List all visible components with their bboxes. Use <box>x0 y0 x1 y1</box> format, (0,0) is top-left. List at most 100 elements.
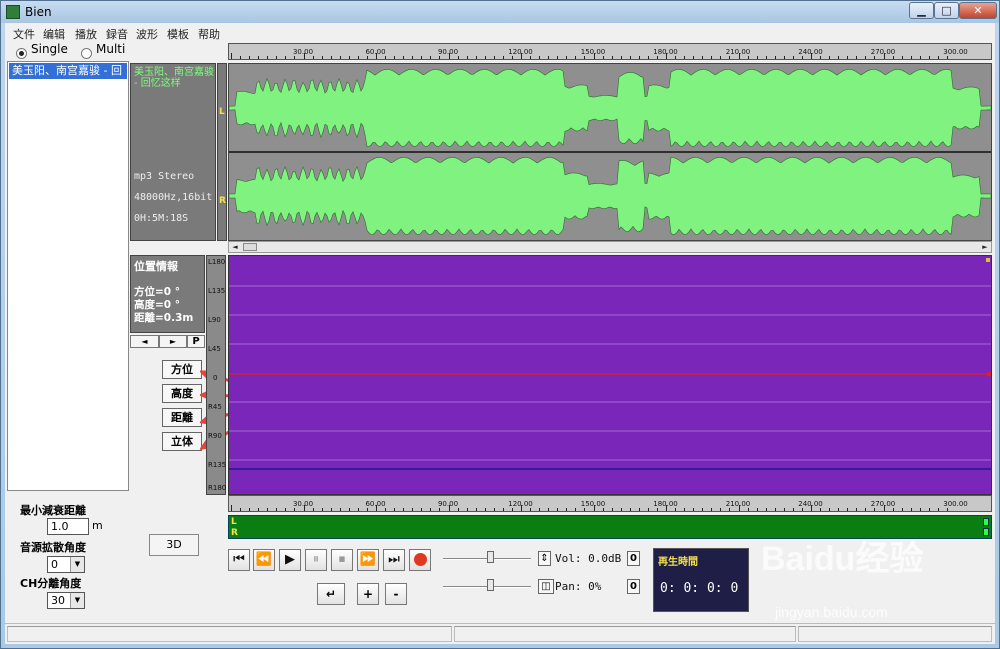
ruler-minor-tick <box>330 56 332 59</box>
ruler-minor-tick <box>684 508 686 511</box>
volume-reset-button[interactable]: 0 <box>627 551 640 566</box>
record-button[interactable] <box>409 549 431 571</box>
single-label: Single <box>31 42 68 56</box>
track-rate: 48000Hz,16bit <box>134 192 213 203</box>
ruler-minor-tick <box>312 56 314 59</box>
menu-play[interactable]: 播放 <box>75 26 97 42</box>
pan-reset-button[interactable]: 0 <box>627 579 640 594</box>
playlist-item[interactable]: 美玉阳、南宫嘉骏 - 回 <box>9 63 127 79</box>
ruler-minor-tick <box>928 56 930 59</box>
ruler-minor-tick <box>693 56 695 59</box>
horizontal-scrollbar[interactable]: ◄ ► <box>228 241 992 253</box>
skip-last-button[interactable]: ⏭ <box>383 549 405 571</box>
status-pane-2 <box>454 626 796 642</box>
volume-slider-thumb[interactable] <box>487 551 494 563</box>
ruler-tick-label: 300.00 <box>943 48 968 56</box>
meter-r-label: R <box>231 528 238 538</box>
spread-angle-select[interactable]: 0 ▼ <box>47 556 85 573</box>
ruler-minor-tick <box>774 508 776 511</box>
close-button[interactable]: ✕ <box>959 2 997 19</box>
minimize-button[interactable]: ▁ <box>909 2 934 19</box>
chevron-down-icon[interactable]: ▼ <box>70 593 84 608</box>
ruler-minor-tick <box>394 56 396 59</box>
ruler-minor-tick <box>847 56 849 59</box>
ruler-minor-tick <box>249 508 251 511</box>
scroll-left-icon[interactable]: ◄ <box>229 242 241 252</box>
ruler-minor-tick <box>366 508 368 511</box>
menu-waveform[interactable]: 波形 <box>136 26 158 42</box>
menu-record[interactable]: 録音 <box>106 26 128 42</box>
ruler-minor-tick <box>403 56 405 59</box>
distance-button[interactable]: 距離 <box>162 408 202 427</box>
scroll-thumb[interactable] <box>243 243 257 251</box>
3d-button[interactable]: 3D <box>149 534 199 556</box>
minus-button[interactable]: - <box>385 583 407 605</box>
ruler-minor-tick <box>502 56 504 59</box>
play-button[interactable]: ▶ <box>279 549 301 571</box>
ruler-minor-tick <box>901 56 903 59</box>
prev-button[interactable]: ◄ <box>130 335 159 348</box>
ruler-minor-tick <box>475 56 477 59</box>
stereo-button[interactable]: 立体 <box>162 432 202 451</box>
ruler-minor-tick <box>231 505 232 511</box>
ruler-minor-tick <box>584 508 586 511</box>
spatial-view[interactable] <box>228 255 992 495</box>
volume-updown-icon[interactable]: ⇕ <box>538 551 551 566</box>
fast-forward-button[interactable]: ⏩ <box>357 549 379 571</box>
ruler-minor-tick <box>511 56 513 59</box>
client-area: 文件 编辑 播放 録音 波形 模板 帮助 Single Multi 美玉阳、南宫… <box>5 23 995 644</box>
ruler-minor-tick <box>620 508 622 511</box>
single-radio[interactable] <box>16 48 27 59</box>
ruler-minor-tick <box>629 56 631 59</box>
waveform-graphic <box>229 69 991 235</box>
menu-file[interactable]: 文件 <box>13 26 35 42</box>
ruler-tick-label: 180.00 <box>653 48 678 56</box>
ruler-minor-tick <box>539 56 541 59</box>
ruler-minor-tick <box>430 56 432 59</box>
rewind-button[interactable]: ⏪ <box>253 549 275 571</box>
ruler-tick-label: 210.00 <box>725 48 751 56</box>
ruler-minor-tick <box>430 508 432 511</box>
menu-template[interactable]: 模板 <box>167 26 189 42</box>
next-button[interactable]: ► <box>159 335 187 348</box>
ruler-minor-tick <box>548 508 550 511</box>
angle-label: L45 <box>208 345 221 353</box>
ruler-minor-tick <box>502 508 504 511</box>
pan-label: Pan: 0% <box>555 580 602 593</box>
loop-button[interactable]: ↵ <box>317 583 345 605</box>
channel-labels: L R <box>217 63 227 241</box>
title-bar[interactable]: Bien ▁ □ ✕ <box>1 1 999 23</box>
p-button[interactable]: P <box>187 335 205 348</box>
pan-slider-thumb[interactable] <box>487 579 494 591</box>
min-distance-input[interactable]: 1.0 <box>47 518 89 535</box>
waveform-view[interactable] <box>228 63 992 241</box>
azimuth-marker[interactable] <box>986 371 992 377</box>
multi-radio[interactable] <box>81 48 92 59</box>
ch-separation-select[interactable]: 30 ▼ <box>47 592 85 609</box>
playlist[interactable]: 美玉阳、南宫嘉骏 - 回 <box>7 61 129 491</box>
ruler-minor-tick <box>421 56 423 59</box>
ruler-minor-tick <box>747 56 749 59</box>
ruler-minor-tick <box>240 56 242 59</box>
ruler-minor-tick <box>439 56 441 59</box>
ruler-tick-label: 240.00 <box>798 48 823 56</box>
elevation-button[interactable]: 高度 <box>162 384 202 403</box>
azimuth-button[interactable]: 方位 <box>162 360 202 379</box>
ruler-minor-tick <box>892 508 894 511</box>
ruler-minor-tick <box>847 508 849 511</box>
scroll-right-icon[interactable]: ► <box>979 242 991 252</box>
ruler-minor-tick <box>874 508 876 511</box>
ch-separation-value: 30 <box>51 594 65 607</box>
pan-icon[interactable]: ◫ <box>538 579 554 594</box>
pause-button[interactable]: ⏸ <box>305 549 327 571</box>
menu-edit[interactable]: 编辑 <box>43 26 65 42</box>
stop-button[interactable]: ⏹ <box>331 549 353 571</box>
ruler-minor-tick <box>339 56 341 59</box>
waveform-left-channel <box>229 69 991 147</box>
maximize-button[interactable]: □ <box>934 2 959 19</box>
multi-label: Multi <box>96 42 126 56</box>
menu-help[interactable]: 帮助 <box>198 26 220 42</box>
skip-first-button[interactable]: ⏮ <box>228 549 250 571</box>
plus-button[interactable]: + <box>357 583 379 605</box>
chevron-down-icon[interactable]: ▼ <box>70 557 84 572</box>
